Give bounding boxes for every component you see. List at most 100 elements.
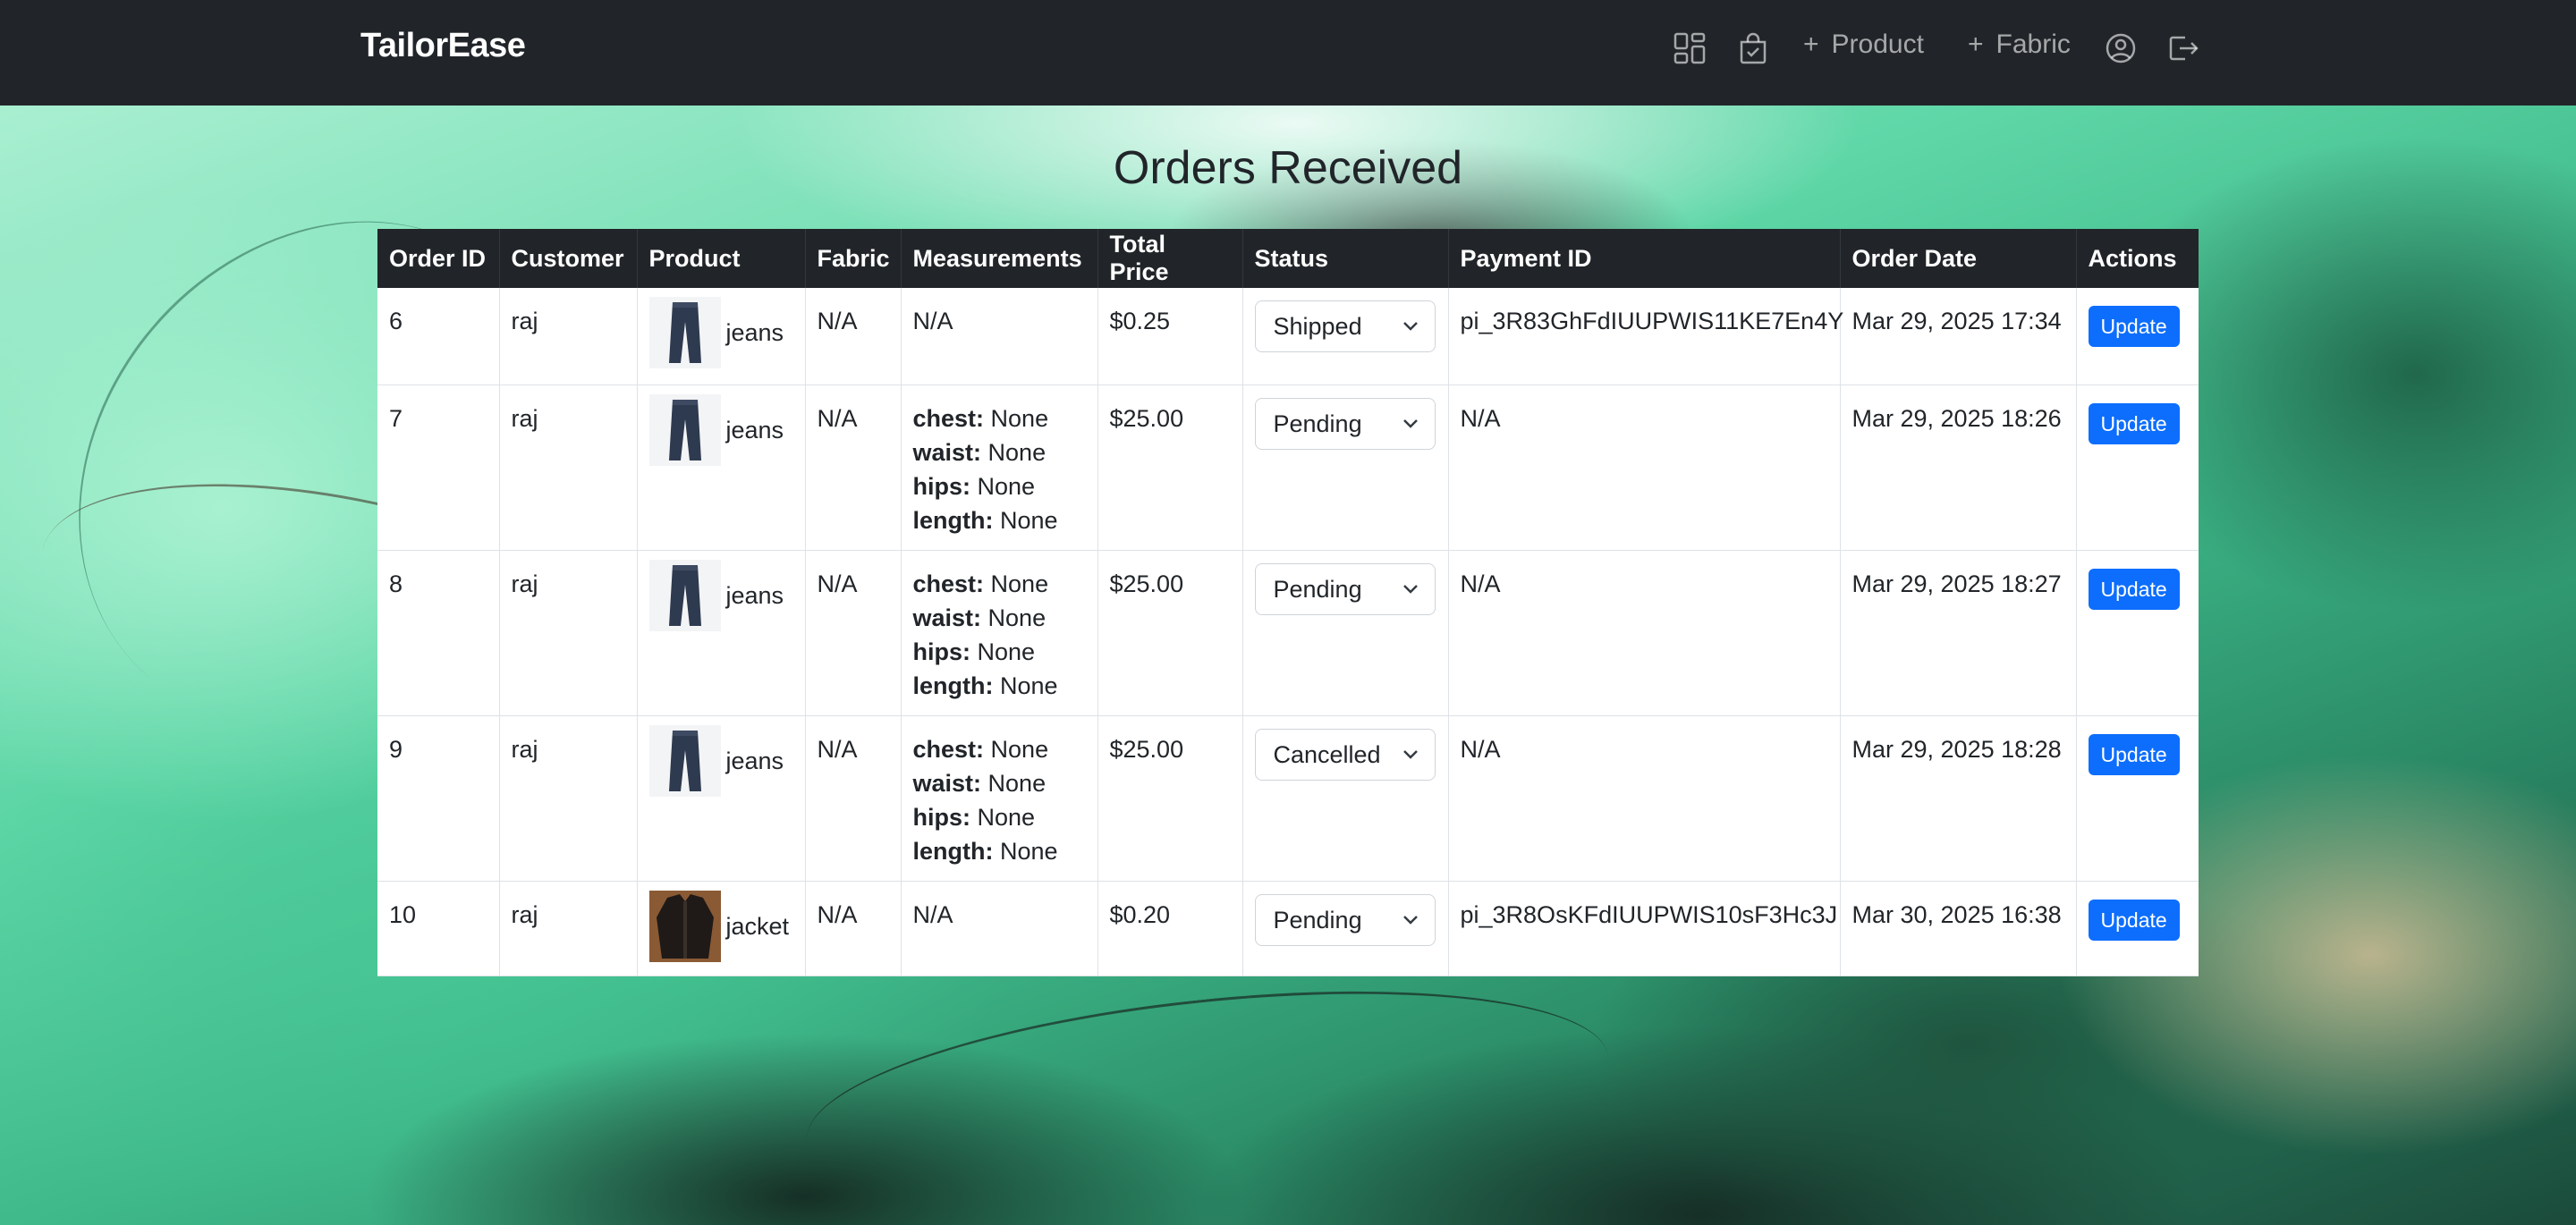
product-cell: jeans xyxy=(637,715,806,882)
measure-value: None xyxy=(977,638,1036,665)
update-button[interactable]: Update xyxy=(2088,568,2180,610)
status-value: Cancelled xyxy=(1273,740,1381,768)
product-cell: jeans xyxy=(637,288,806,385)
fabric-cell: N/A xyxy=(805,384,902,551)
measurements-cell: chest: None waist: None hips: None lengt… xyxy=(901,384,1098,551)
status-select[interactable]: Pending xyxy=(1254,562,1436,615)
order-id-cell: 10 xyxy=(377,881,500,976)
measure-value: None xyxy=(990,735,1049,763)
status-cell: Pending xyxy=(1242,881,1449,976)
plus-icon: + xyxy=(1803,30,1819,59)
measure-label: chest: xyxy=(912,570,985,597)
header-total-price: Total Price xyxy=(1097,229,1243,288)
page-title: Orders Received xyxy=(1113,142,1463,194)
logout-icon[interactable] xyxy=(2165,30,2201,66)
product-name: jeans xyxy=(725,319,784,346)
table-row: 9 raj jeans N/A chest: None waist: None … xyxy=(377,715,2199,882)
measure-value: None xyxy=(987,604,1046,631)
measure-value: None xyxy=(990,404,1049,432)
order-id-cell: 7 xyxy=(377,384,500,551)
product-name: jacket xyxy=(725,912,790,940)
status-select[interactable]: Pending xyxy=(1254,397,1436,450)
measure-label: length: xyxy=(912,837,994,865)
product-cell: jeans xyxy=(637,550,806,716)
status-value: Pending xyxy=(1273,906,1362,934)
table-row: 8 raj jeans N/A chest: None waist: None … xyxy=(377,550,2199,716)
status-cell: Cancelled xyxy=(1242,715,1449,882)
customer-cell: raj xyxy=(499,715,638,882)
grid-icon[interactable] xyxy=(1672,30,1707,66)
total-price-cell: $25.00 xyxy=(1097,715,1243,882)
status-value: Pending xyxy=(1273,410,1362,437)
actions-cell: Update xyxy=(2076,288,2199,385)
order-date-cell: Mar 30, 2025 16:38 xyxy=(1840,881,2077,976)
table-row: 7 raj jeans N/A chest: None waist: None … xyxy=(377,384,2199,551)
measurements-cell: chest: None waist: None hips: None lengt… xyxy=(901,715,1098,882)
order-date-cell: Mar 29, 2025 17:34 xyxy=(1840,288,2077,385)
update-button[interactable]: Update xyxy=(2088,402,2180,444)
measure-value: None xyxy=(977,803,1036,831)
measurements-cell: N/A xyxy=(901,881,1098,976)
update-button[interactable]: Update xyxy=(2088,899,2180,941)
measure-value: None xyxy=(990,570,1049,597)
status-value: Pending xyxy=(1273,575,1362,603)
status-value: Shipped xyxy=(1273,313,1362,340)
status-select[interactable]: Shipped xyxy=(1254,300,1436,352)
fabric-cell: N/A xyxy=(805,550,902,716)
order-id-cell: 9 xyxy=(377,715,500,882)
total-price-cell: $25.00 xyxy=(1097,384,1243,551)
status-select[interactable]: Pending xyxy=(1254,893,1436,946)
payment-id-cell: N/A xyxy=(1448,550,1841,716)
table-row: 6 raj jeans N/A N/A $0.25 Shipped pi_3R8… xyxy=(377,288,2199,385)
measure-value: None xyxy=(977,472,1036,500)
header-fabric: Fabric xyxy=(805,229,902,288)
product-cell: jeans xyxy=(637,384,806,551)
jeans-thumbnail xyxy=(648,559,721,631)
payment-id-cell: pi_3R83GhFdIUUPWIS11KE7En4Y xyxy=(1448,288,1843,385)
customer-cell: raj xyxy=(499,550,638,716)
measurements-cell: N/A xyxy=(901,288,1098,385)
status-cell: Pending xyxy=(1242,384,1449,551)
update-button[interactable]: Update xyxy=(2088,306,2180,347)
product-name: jeans xyxy=(725,581,784,609)
add-product-label: Product xyxy=(1831,30,1924,59)
payment-id-cell: N/A xyxy=(1448,715,1841,882)
measure-value: None xyxy=(1000,506,1058,534)
brand-logo[interactable]: TailorEase xyxy=(360,27,526,65)
order-date-cell: Mar 29, 2025 18:28 xyxy=(1840,715,2077,882)
update-button[interactable]: Update xyxy=(2088,733,2180,775)
header-product: Product xyxy=(637,229,806,288)
header-status: Status xyxy=(1242,229,1449,288)
chevron-down-icon xyxy=(1402,749,1418,759)
product-cell: jacket xyxy=(637,881,806,976)
product-name: jeans xyxy=(725,747,784,774)
jeans-thumbnail xyxy=(648,724,721,797)
measure-value: None xyxy=(987,438,1046,466)
measure-label: waist: xyxy=(912,438,982,466)
shopping-bag-icon[interactable] xyxy=(1735,30,1771,66)
add-fabric-link[interactable]: + Fabric xyxy=(1968,30,2071,60)
orders-table: Order ID Customer Product Fabric Measure… xyxy=(377,229,2199,976)
user-circle-icon[interactable] xyxy=(2103,30,2139,66)
measure-label: waist: xyxy=(912,769,982,797)
total-price-cell: $25.00 xyxy=(1097,550,1243,716)
measure-label: chest: xyxy=(912,735,985,763)
customer-cell: raj xyxy=(499,288,638,385)
add-product-link[interactable]: + Product xyxy=(1803,30,1924,60)
actions-cell: Update xyxy=(2076,881,2199,976)
status-select[interactable]: Cancelled xyxy=(1254,728,1436,781)
jeans-thumbnail xyxy=(648,297,721,368)
header-payment-id: Payment ID xyxy=(1448,229,1841,288)
fabric-cell: N/A xyxy=(805,715,902,882)
chevron-down-icon xyxy=(1402,915,1418,925)
measure-label: length: xyxy=(912,506,994,534)
navbar: TailorEase + Product + Fabric xyxy=(0,0,2576,106)
chevron-down-icon xyxy=(1402,418,1418,428)
chevron-down-icon xyxy=(1402,584,1418,594)
customer-cell: raj xyxy=(499,384,638,551)
customer-cell: raj xyxy=(499,881,638,976)
order-date-cell: Mar 29, 2025 18:27 xyxy=(1840,550,2077,716)
payment-id-cell: N/A xyxy=(1448,384,1841,551)
measure-value: None xyxy=(1000,672,1058,699)
header-measurements: Measurements xyxy=(901,229,1098,288)
